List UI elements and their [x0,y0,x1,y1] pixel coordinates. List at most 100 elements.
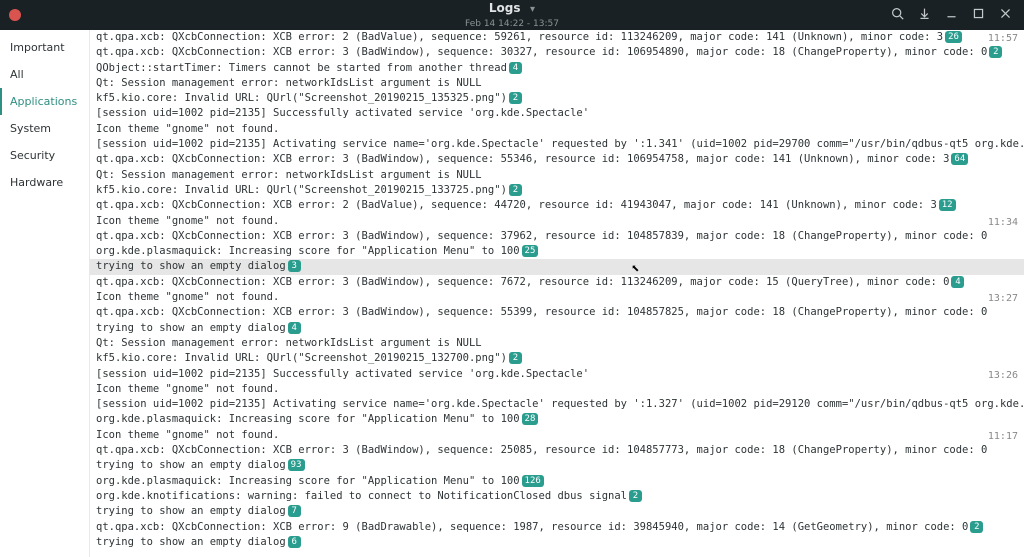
count-badge: 2 [629,490,642,502]
log-line[interactable]: qt.qpa.xcb: QXcbConnection: XCB error: 2… [90,30,1024,45]
log-text: qt.qpa.xcb: QXcbConnection: XCB error: 3… [96,444,987,456]
timestamp: 13:27 [988,291,1018,306]
export-icon[interactable] [918,7,931,23]
count-badge: 2 [989,46,1002,58]
log-text: qt.qpa.xcb: QXcbConnection: XCB error: 3… [96,230,987,242]
chevron-down-icon [524,2,535,15]
log-line[interactable]: kf5.kio.core: Invalid URL: QUrl("Screens… [90,91,1024,106]
log-line[interactable]: Qt: Session management error: networkIds… [90,168,1024,183]
log-line[interactable]: org.kde.knotifications: warning: failed … [90,489,1024,504]
log-line[interactable]: trying to show an empty dialog93 [90,458,1024,473]
log-text: Icon theme "gnome" not found. [96,383,279,395]
sidebar-item-all[interactable]: All [0,61,89,88]
log-text: kf5.kio.core: Invalid URL: QUrl("Screens… [96,92,507,104]
log-text: trying to show an empty dialog [96,260,286,272]
log-line[interactable]: Icon theme "gnome" not found. [90,214,1024,229]
timestamp: 13:26 [988,368,1018,383]
log-line[interactable]: [session uid=1002 pid=2135] Activating s… [90,397,1024,412]
log-line[interactable]: kf5.kio.core: Invalid URL: QUrl("Screens… [90,351,1024,366]
log-line[interactable]: org.kde.plasmaquick: Increasing score fo… [90,474,1024,489]
log-line[interactable]: qt.qpa.xcb: QXcbConnection: XCB error: 3… [90,229,1024,244]
log-line[interactable]: trying to show an empty dialog3 [90,259,1024,274]
sidebar-item-label: Security [10,149,55,162]
app-subtitle: Feb 14 14:22 - 13:57 [465,19,559,29]
log-text: org.kde.plasmaquick: Increasing score fo… [96,413,520,425]
close-icon[interactable] [999,7,1012,23]
log-pane[interactable]: qt.qpa.xcb: QXcbConnection: XCB error: 2… [90,30,1024,557]
count-badge: 2 [509,352,522,364]
app-indicator-icon [9,9,21,21]
log-line[interactable]: [session uid=1002 pid=2135] Activating s… [90,137,1024,152]
title-center[interactable]: Logs Feb 14 14:22 - 13:57 [465,2,559,31]
log-line[interactable]: qt.qpa.xcb: QXcbConnection: XCB error: 3… [90,443,1024,458]
log-line[interactable]: qt.qpa.xcb: QXcbConnection: XCB error: 9… [90,520,1024,535]
count-badge: 2 [970,521,983,533]
count-badge: 4 [288,322,301,334]
log-line[interactable]: Icon theme "gnome" not found. [90,428,1024,443]
count-badge: 93 [288,459,305,471]
log-text: qt.qpa.xcb: QXcbConnection: XCB error: 9… [96,521,968,533]
timestamp: 11:57 [988,31,1018,46]
count-badge: 7 [288,505,301,517]
log-line[interactable]: [session uid=1002 pid=2135] Successfully… [90,367,1024,382]
log-line[interactable]: trying to show an empty dialog4 [90,321,1024,336]
count-badge: 26 [945,31,962,43]
log-text: Icon theme "gnome" not found. [96,291,279,303]
log-text: trying to show an empty dialog [96,322,286,334]
log-text: Icon theme "gnome" not found. [96,429,279,441]
count-badge: 6 [288,536,301,548]
sidebar-item-applications[interactable]: Applications [0,88,89,115]
log-line[interactable]: qt.qpa.xcb: QXcbConnection: XCB error: 2… [90,198,1024,213]
log-line[interactable]: [session uid=1002 pid=2135] Successfully… [90,106,1024,121]
log-text: [session uid=1002 pid=2135] Successfully… [96,368,589,380]
log-line[interactable]: qt.qpa.xcb: QXcbConnection: XCB error: 3… [90,45,1024,60]
app-title: Logs [489,1,521,15]
log-text: [session uid=1002 pid=2135] Successfully… [96,107,589,119]
sidebar-item-label: System [10,122,51,135]
log-line[interactable]: qt.qpa.xcb: QXcbConnection: XCB error: 3… [90,275,1024,290]
log-text: [session uid=1002 pid=2135] Activating s… [96,138,1024,150]
count-badge: 3 [288,260,301,272]
log-line[interactable]: kf5.kio.core: Invalid URL: QUrl("Screens… [90,183,1024,198]
log-line[interactable]: Qt: Session management error: networkIds… [90,336,1024,351]
log-text: org.kde.plasmaquick: Increasing score fo… [96,475,520,487]
sidebar-item-security[interactable]: Security [0,142,89,169]
sidebar-item-hardware[interactable]: Hardware [0,169,89,196]
log-text: Qt: Session management error: networkIds… [96,169,482,181]
log-line[interactable]: Icon theme "gnome" not found. [90,290,1024,305]
sidebar-item-system[interactable]: System [0,115,89,142]
window-menu[interactable] [0,9,30,21]
count-badge: 28 [522,413,539,425]
count-badge: 4 [951,276,964,288]
log-text: qt.qpa.xcb: QXcbConnection: XCB error: 3… [96,306,987,318]
count-badge: 25 [522,245,539,257]
sidebar-item-label: Applications [10,95,77,108]
timestamp: 11:17 [988,429,1018,444]
minimize-icon[interactable] [945,7,958,23]
sidebar: Important All Applications System Security Ha… [0,30,90,557]
log-text: QObject::startTimer: Timers cannot be st… [96,62,507,74]
log-line[interactable]: Icon theme "gnome" not found. [90,382,1024,397]
maximize-icon[interactable] [972,7,985,23]
log-line[interactable]: QObject::startTimer: Timers cannot be st… [90,61,1024,76]
log-line[interactable]: org.kde.plasmaquick: Increasing score fo… [90,244,1024,259]
log-text: trying to show an empty dialog [96,459,286,471]
log-line[interactable]: Icon theme "gnome" not found. [90,122,1024,137]
log-text: qt.qpa.xcb: QXcbConnection: XCB error: 3… [96,276,949,288]
timestamp: 11:34 [988,215,1018,230]
log-line[interactable]: trying to show an empty dialog7 [90,504,1024,519]
log-line[interactable]: Qt: Session management error: networkIds… [90,76,1024,91]
sidebar-item-important[interactable]: Important [0,34,89,61]
log-line[interactable]: qt.qpa.xcb: QXcbConnection: XCB error: 3… [90,152,1024,167]
log-line[interactable]: org.kde.plasmaquick: Increasing score fo… [90,412,1024,427]
log-text: qt.qpa.xcb: QXcbConnection: XCB error: 2… [96,31,943,43]
search-icon[interactable] [891,7,904,23]
log-line[interactable]: qt.qpa.xcb: QXcbConnection: XCB error: 3… [90,305,1024,320]
log-line[interactable]: trying to show an empty dialog6 [90,535,1024,550]
sidebar-item-label: All [10,68,24,81]
log-text: trying to show an empty dialog [96,505,286,517]
log-text: kf5.kio.core: Invalid URL: QUrl("Screens… [96,184,507,196]
log-text: org.kde.knotifications: warning: failed … [96,490,627,502]
log-text: org.kde.plasmaquick: Increasing score fo… [96,245,520,257]
log-text: qt.qpa.xcb: QXcbConnection: XCB error: 2… [96,199,937,211]
